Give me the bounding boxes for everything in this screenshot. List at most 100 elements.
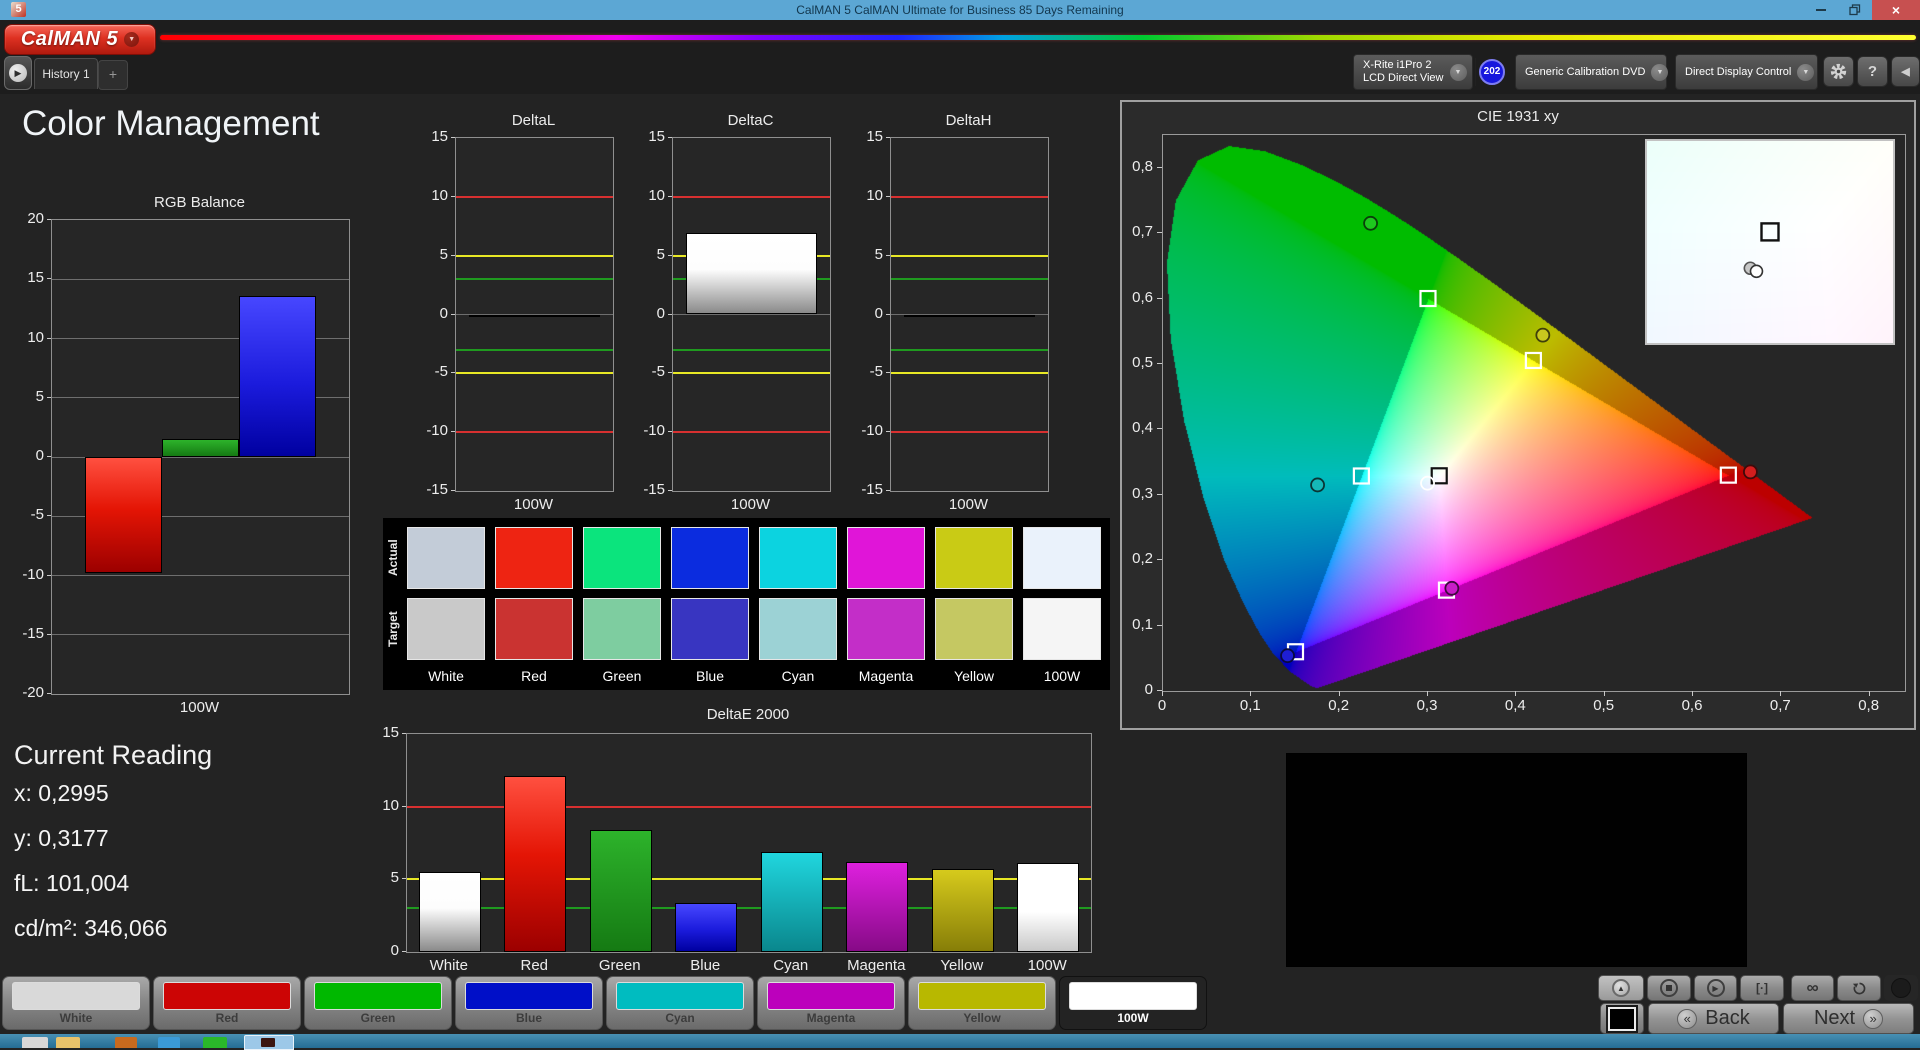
display-control-label: Direct Display Control (1685, 66, 1791, 79)
y-tick-label: -15 (415, 481, 448, 499)
stop-button[interactable] (1647, 975, 1691, 1001)
window-title: CalMAN 5 CalMAN Ultimate for Business 85… (0, 0, 1920, 20)
pattern-button-label: 100W (1060, 1011, 1206, 1025)
swatch-actual-blue (671, 527, 749, 589)
arrow-up-icon: ▲ (1612, 979, 1630, 997)
pattern-button-cyan[interactable]: Cyan (606, 976, 754, 1030)
x-tick-label: 0,1 (1230, 697, 1270, 714)
minimize-button[interactable] (1806, 0, 1836, 20)
pattern-swatch (163, 982, 291, 1010)
pattern-button-100w[interactable]: 100W (1059, 976, 1207, 1030)
pattern-button-green[interactable]: Green (304, 976, 452, 1030)
pattern-swatch (767, 982, 895, 1010)
pattern-swatch (918, 982, 1046, 1010)
tick-mark (1515, 691, 1516, 696)
taskbar-icon[interactable] (22, 1037, 48, 1048)
tick-mark (886, 196, 890, 197)
back-button[interactable]: « Back (1648, 1003, 1779, 1034)
y-tick-label: -15 (632, 481, 665, 499)
expand-panel-button[interactable]: ▲ (1598, 975, 1644, 1001)
taskbar-icon[interactable] (203, 1037, 227, 1048)
reference-line (673, 372, 830, 374)
frame-pattern-button[interactable]: [·] (1740, 975, 1784, 1001)
y-tick-label: -5 (415, 363, 448, 381)
rgb-balance-plot (51, 219, 350, 695)
y-tick-label: -10 (20, 566, 44, 584)
y-tick-label: 5 (632, 246, 665, 264)
play-button[interactable]: ▶ (1694, 975, 1737, 1001)
tick-mark (668, 314, 672, 315)
close-icon: × (1892, 2, 1900, 18)
windows-taskbar[interactable] (0, 1034, 1920, 1048)
collapse-panel-button[interactable]: ◀ (1891, 56, 1920, 87)
delta_e2000-bar-green (590, 830, 652, 952)
tab-history-1[interactable]: History 1 (34, 58, 98, 89)
tick-mark (668, 431, 672, 432)
cie-inset-marker-0 (1762, 223, 1779, 240)
pattern-button-white[interactable]: White (2, 976, 150, 1030)
y-tick-label: 15 (20, 269, 44, 287)
delta_e2000-bar-white (419, 872, 481, 952)
pattern-window-button[interactable] (1600, 1003, 1644, 1034)
tick-mark (47, 338, 51, 339)
tick-mark (47, 575, 51, 576)
refresh-icon (1852, 981, 1867, 996)
taskbar-icon[interactable] (158, 1037, 180, 1048)
calman-logo: CalMAN 5 (21, 28, 118, 51)
tick-mark (886, 490, 890, 491)
tick-mark (451, 372, 455, 373)
pattern-button-blue[interactable]: Blue (455, 976, 603, 1030)
swatch-column-label: Green (583, 668, 661, 684)
close-button[interactable]: × (1872, 0, 1920, 20)
loop-button[interactable]: ∞ (1791, 975, 1834, 1001)
tick-mark (402, 733, 406, 734)
swatch-actual-red (495, 527, 573, 589)
y-tick-label: 15 (415, 128, 448, 146)
delta-l-chart: DeltaL 151050-5-10-15100W (415, 108, 620, 518)
pattern-swatch (1069, 982, 1197, 1010)
next-button[interactable]: Next » (1783, 1003, 1914, 1034)
settings-button[interactable] (1823, 56, 1854, 87)
meter-count-badge[interactable]: 202 (1479, 59, 1505, 85)
swatch-row-label-actual: Actual (386, 527, 403, 589)
tick-mark (1427, 691, 1428, 696)
tick-mark (451, 137, 455, 138)
tab-scroll-button[interactable]: ▶ (4, 56, 32, 90)
tick-mark (1869, 691, 1870, 696)
refresh-button[interactable] (1837, 975, 1881, 1001)
delta-e-2000-chart: DeltaE 2000 151050WhiteRedGreenBlueCyanM… (360, 704, 1100, 976)
display-control-dropdown[interactable]: Direct Display Control ▼ (1675, 54, 1818, 90)
calman-menu-button[interactable]: CalMAN 5 ▼ (4, 24, 156, 55)
taskbar-icon[interactable] (56, 1037, 80, 1048)
tick-mark (47, 278, 51, 279)
help-button[interactable]: ? (1857, 56, 1888, 87)
chart-title: DeltaH (890, 112, 1047, 129)
rgb-balance-chart: RGB Balance 20151050-5-10-15-20100W (20, 192, 360, 726)
tick-mark (668, 372, 672, 373)
swatch-column-label: Cyan (759, 668, 837, 684)
reference-line (456, 431, 613, 433)
taskbar-icon[interactable] (115, 1037, 137, 1048)
cie-plot (1162, 134, 1906, 692)
delta_l-bar-100w (469, 315, 599, 317)
delta-h-chart: DeltaH 151050-5-10-15100W (850, 108, 1055, 518)
source-dropdown[interactable]: Generic Calibration DVD ▼ (1515, 54, 1667, 90)
minimize-icon (1816, 9, 1826, 11)
pattern-button-label: Red (154, 1011, 300, 1025)
pattern-button-yellow[interactable]: Yellow (908, 976, 1056, 1030)
pattern-button-label: Yellow (909, 1011, 1055, 1025)
pattern-swatch (465, 982, 593, 1010)
swatch-target-magenta (847, 598, 925, 660)
pattern-swatch (314, 982, 442, 1010)
pattern-button-red[interactable]: Red (153, 976, 301, 1030)
restore-button[interactable] (1840, 0, 1870, 20)
delta_e2000-bar-yellow (932, 869, 994, 952)
reading-label: x: (14, 780, 38, 806)
new-tab-button[interactable]: + (98, 60, 128, 90)
pattern-button-magenta[interactable]: Magenta (757, 976, 905, 1030)
swatch-column-label: Blue (671, 668, 749, 684)
meter-dropdown[interactable]: X-Rite i1Pro 2LCD Direct View ▼ (1353, 54, 1473, 90)
swatch-target-red (495, 598, 573, 660)
reading-label: cd/m²: (14, 915, 84, 941)
app-thumbnail-icon (261, 1038, 275, 1047)
